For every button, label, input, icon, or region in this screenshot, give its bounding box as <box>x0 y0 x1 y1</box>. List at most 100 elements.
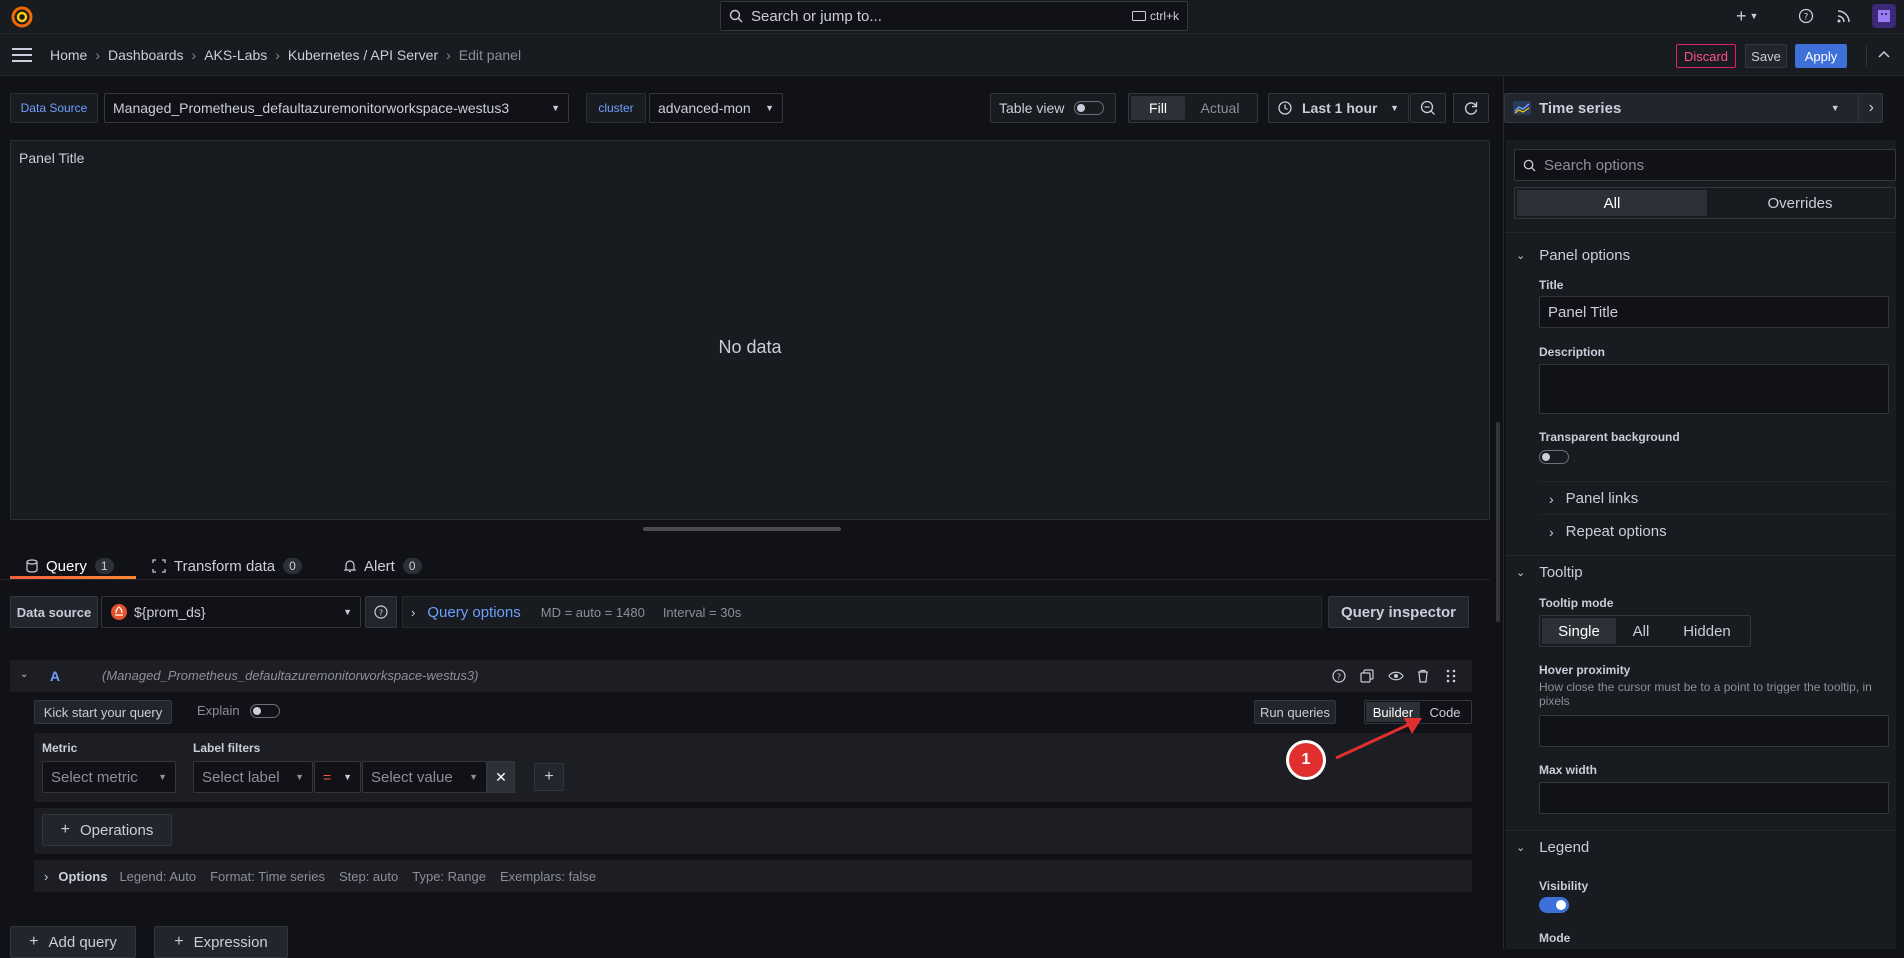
editor-scrollbar[interactable] <box>1496 422 1500 622</box>
breadcrumb-home[interactable]: Home <box>50 47 87 63</box>
mode-hidden[interactable]: Hidden <box>1666 618 1748 644</box>
breadcrumb-dashboards[interactable]: Dashboards <box>108 47 184 63</box>
panel-links-header[interactable]: › Panel links <box>1549 490 1638 507</box>
operations-section: + Operations <box>34 808 1472 854</box>
run-queries-button[interactable]: Run queries <box>1254 700 1336 724</box>
hover-proximity-input[interactable] <box>1539 715 1889 747</box>
save-button[interactable]: Save <box>1745 44 1787 68</box>
table-view-toggle[interactable]: Table view <box>990 93 1116 123</box>
help-icon[interactable]: ? <box>1798 8 1814 24</box>
query-datasource-picker[interactable]: ${prom_ds} ▼ <box>101 596 361 628</box>
search-shortcut: ctrl+k <box>1131 9 1179 23</box>
breadcrumb-bar: Home › Dashboards › AKS-Labs › Kubernete… <box>0 34 1904 76</box>
max-width-input[interactable] <box>1539 782 1889 814</box>
query-letter[interactable]: A <box>50 668 60 684</box>
mode-all[interactable]: All <box>1616 618 1666 644</box>
legend-header[interactable]: ⌄ Legend <box>1516 839 1589 856</box>
title-label: Title <box>1539 278 1564 292</box>
help-icon[interactable]: ? <box>1332 669 1346 683</box>
options-search-input[interactable]: Search options <box>1514 149 1896 181</box>
all-option[interactable]: All <box>1517 190 1707 216</box>
zoom-out-button[interactable] <box>1410 93 1446 123</box>
query-options-label[interactable]: Query options <box>427 604 520 621</box>
panel-preview: Panel Title No data <box>10 140 1490 520</box>
no-data-message: No data <box>718 337 782 357</box>
actual-option[interactable]: Actual <box>1185 96 1255 120</box>
add-query-button[interactable]: + Add query <box>10 926 136 958</box>
refresh-button[interactable] <box>1453 93 1489 123</box>
database-icon <box>26 559 38 573</box>
clock-icon <box>1278 101 1292 115</box>
query-md: MD = auto = 1480 <box>540 604 645 620</box>
remove-filter-button[interactable]: ✕ <box>487 761 515 793</box>
duplicate-icon[interactable] <box>1360 669 1374 683</box>
breadcrumb-current: Edit panel <box>458 47 522 63</box>
news-rss-icon[interactable] <box>1836 8 1852 24</box>
apply-button[interactable]: Apply <box>1795 44 1847 68</box>
chevron-right-icon: › <box>44 868 49 884</box>
time-range-picker[interactable]: Last 1 hour ▼ <box>1268 93 1409 123</box>
description-textarea[interactable] <box>1539 364 1889 414</box>
sidebar-divider <box>1503 76 1504 949</box>
mode-single[interactable]: Single <box>1542 618 1616 644</box>
query-options-row[interactable]: › Options Legend: Auto Format: Time seri… <box>34 860 1472 892</box>
close-icon: ✕ <box>495 768 507 785</box>
bell-icon <box>344 559 356 573</box>
new-menu-button[interactable]: + ▼ <box>1736 7 1758 25</box>
hover-proximity-label: Hover proximity <box>1539 663 1631 677</box>
tab-transform-data[interactable]: Transform data 0 <box>152 552 302 580</box>
value-select[interactable]: Select value ▼ <box>362 761 487 793</box>
metric-select[interactable]: Select metric ▼ <box>42 761 176 793</box>
tooltip-mode-toggle: Single All Hidden <box>1539 615 1751 647</box>
query-inspector-button[interactable]: Query inspector <box>1328 596 1469 628</box>
trash-icon[interactable] <box>1416 669 1430 683</box>
add-expression-button[interactable]: + Expression <box>154 926 288 958</box>
query-builder-section: Metric Select metric ▼ Label filters Sele… <box>34 733 1472 802</box>
datasource-help-button[interactable]: ? <box>365 596 397 628</box>
cluster-variable-select[interactable]: advanced-mon ▼ <box>649 93 783 123</box>
chevron-down-icon: ▼ <box>551 103 560 113</box>
breadcrumb-folder[interactable]: AKS-Labs <box>204 47 267 63</box>
add-filter-button[interactable]: + <box>534 763 564 791</box>
type-option: Type: Range <box>412 868 486 884</box>
menu-icon[interactable] <box>12 47 32 63</box>
user-avatar[interactable] <box>1872 4 1896 28</box>
drag-handle-icon[interactable] <box>1446 669 1456 683</box>
repeat-options-header[interactable]: › Repeat options <box>1549 523 1667 540</box>
grafana-logo-icon[interactable] <box>10 5 34 29</box>
operations-button[interactable]: + Operations <box>42 814 172 846</box>
keyboard-icon <box>1131 11 1146 21</box>
chevron-down-icon: ⌄ <box>1516 842 1526 854</box>
datasource-variable-select[interactable]: Managed_Prometheus_defaultazuremonitorwo… <box>104 93 569 123</box>
visibility-switch[interactable] <box>1539 897 1569 913</box>
description-label: Description <box>1539 345 1606 359</box>
table-view-switch[interactable] <box>1074 101 1105 115</box>
panel-options-header[interactable]: ⌄ Panel options <box>1516 247 1630 264</box>
chevron-right-icon[interactable]: › <box>1869 99 1874 117</box>
chevron-down-icon[interactable]: ⌄ <box>20 669 28 680</box>
explain-toggle[interactable]: Explain <box>197 703 280 718</box>
visualization-picker[interactable]: Time series ▼ › <box>1504 93 1883 123</box>
label-select[interactable]: Select label ▼ <box>193 761 313 793</box>
operator-select[interactable]: = ▼ <box>314 761 361 793</box>
chevron-up-icon[interactable] <box>1878 49 1890 59</box>
chevron-right-icon: › <box>1549 523 1554 540</box>
transparent-switch[interactable] <box>1539 450 1569 464</box>
eye-icon[interactable] <box>1388 670 1404 682</box>
query-options-bar[interactable]: › Query options MD = auto = 1480 Interva… <box>402 596 1322 628</box>
query-row-header[interactable]: ⌄ A (Managed_Prometheus_defaultazuremoni… <box>10 660 1472 692</box>
kick-start-button[interactable]: Kick start your query <box>34 700 172 724</box>
fill-option[interactable]: Fill <box>1131 96 1185 120</box>
annotation-arrow-icon <box>1330 712 1430 762</box>
breadcrumb-dashboard[interactable]: Kubernetes / API Server <box>288 47 438 63</box>
tooltip-header[interactable]: ⌄ Tooltip <box>1516 564 1583 581</box>
resize-handle[interactable] <box>643 527 841 531</box>
title-input[interactable]: Panel Title <box>1539 296 1889 328</box>
discard-button[interactable]: Discard <box>1676 44 1736 68</box>
tab-alert[interactable]: Alert 0 <box>344 552 422 580</box>
chevron-down-icon: ▼ <box>765 103 774 113</box>
chevron-down-icon: ▼ <box>295 772 304 782</box>
search-bar[interactable]: Search or jump to... ctrl+k <box>720 1 1188 31</box>
overrides-option[interactable]: Overrides <box>1707 190 1893 216</box>
explain-switch[interactable] <box>249 703 280 718</box>
